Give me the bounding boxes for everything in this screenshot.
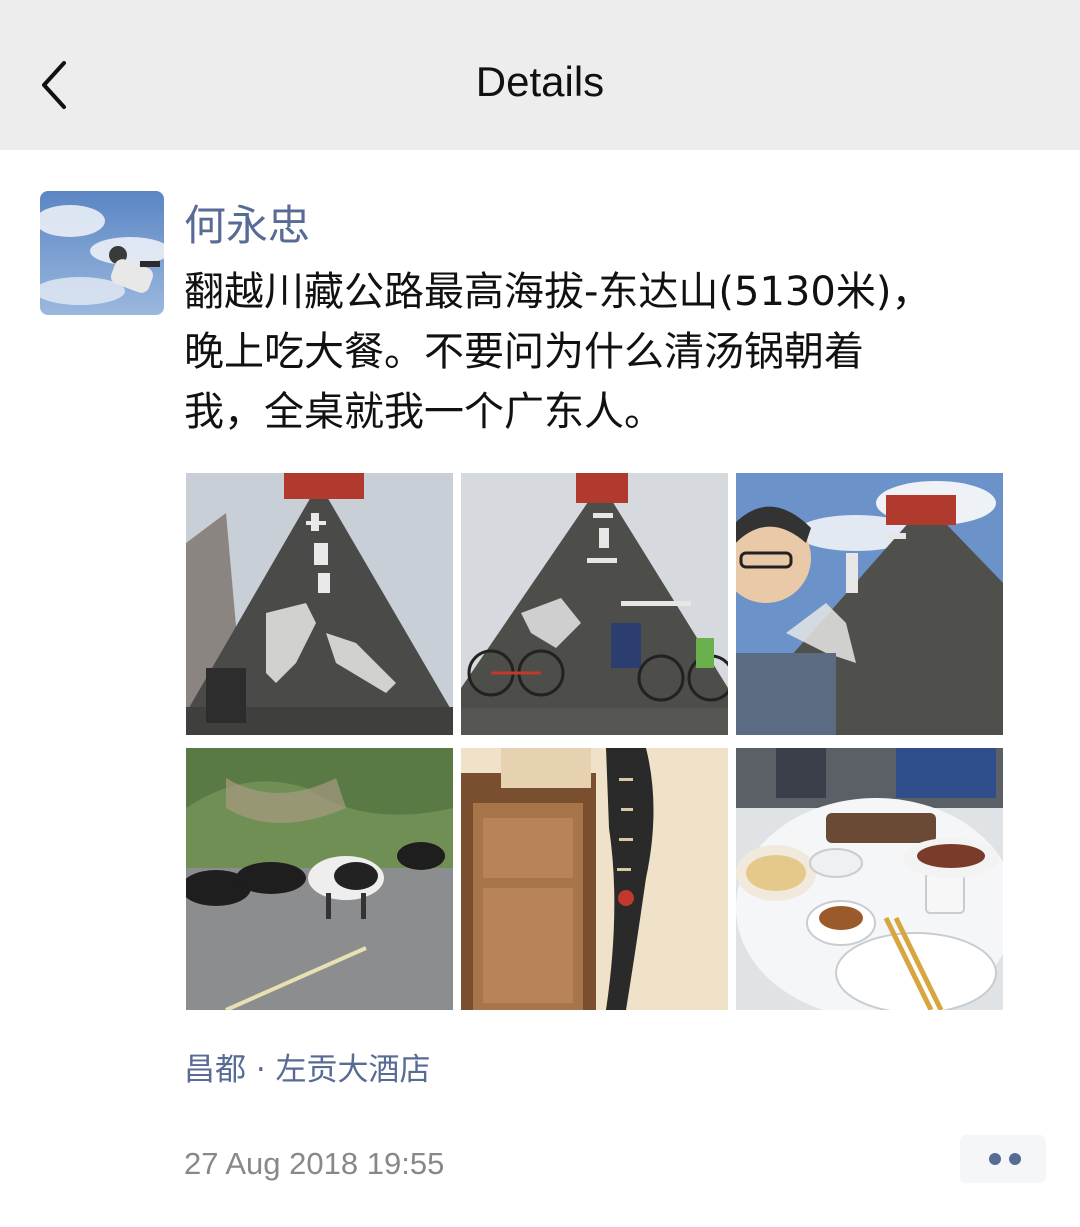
post-text: 翻越川藏公路最高海拔-东达山(5130米)， 晚上吃大餐。不要问为什么清汤锅朝着… [184, 269, 932, 435]
hotel-door-photo[interactable] [461, 748, 728, 1010]
top-bar: Details [0, 0, 1080, 150]
pyramid-monument-bikes-photo[interactable] [461, 473, 728, 735]
yaks-on-road-photo[interactable] [186, 748, 453, 1010]
author-name[interactable]: 何永忠 [184, 192, 310, 253]
page-title: Details [475, 58, 605, 105]
selfie-monument-photo[interactable] [736, 473, 1003, 735]
pyramid-monument-photo-1[interactable] [186, 473, 453, 735]
dinner-table-photo[interactable] [736, 748, 1003, 1010]
post-timestamp: 27 Aug 2018 19:55 [184, 1146, 445, 1181]
location-link[interactable]: 昌都 · 左贡大酒店 [184, 1044, 431, 1089]
avatar-image [40, 191, 164, 315]
photo-grid [186, 473, 1006, 1013]
avatar[interactable] [40, 191, 164, 315]
more-options-button[interactable] [960, 1135, 1046, 1183]
